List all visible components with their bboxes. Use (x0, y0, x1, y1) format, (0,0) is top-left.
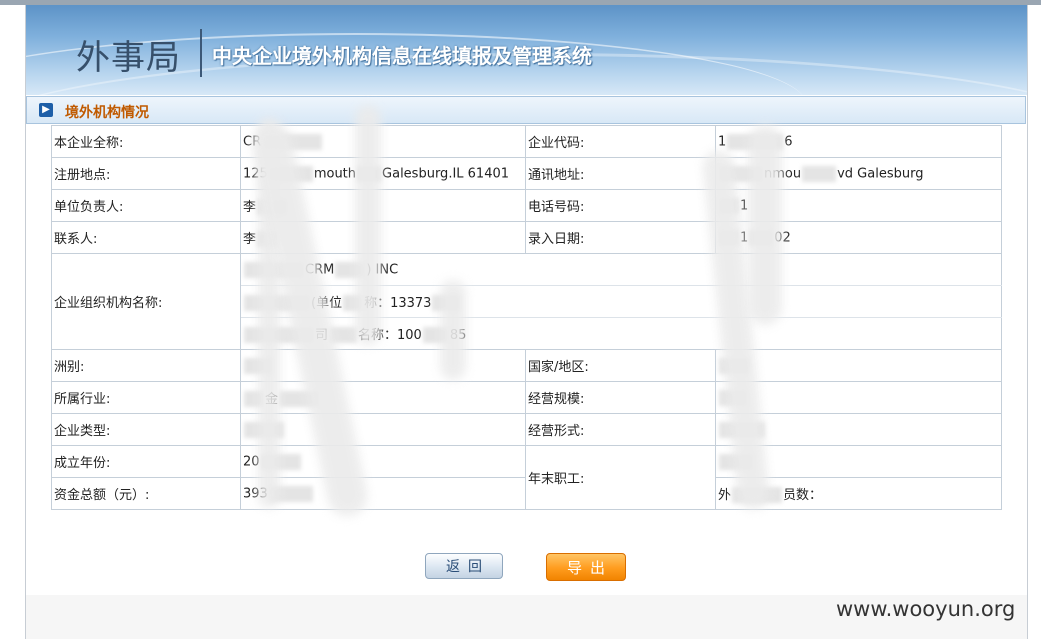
total-capital-label: 资金总额（元）: (51, 477, 241, 510)
redaction-stroke (355, 105, 381, 345)
contact-label: 联系人: (51, 221, 241, 254)
year-end-staff-label: 年末职工: (525, 445, 716, 510)
mail-address-label: 通讯地址: (525, 157, 716, 190)
founded-year-value: 20 (240, 445, 526, 478)
industry-value: 金 (240, 381, 526, 414)
overseas-org-info-table: 本企业全称: CR 企业代码: 16 注册地点: 125mouthGalesbu… (51, 125, 1002, 510)
enterprise-type-value (240, 413, 526, 446)
industry-label: 所属行业: (51, 381, 241, 414)
value-text: 6 (784, 134, 793, 149)
business-form-label: 经营形式: (525, 413, 716, 446)
founded-year-label: 成立年份: (51, 445, 241, 478)
table-row: 企业类型: 经营形式: (51, 413, 1002, 446)
country-value (715, 349, 1002, 382)
table-row: 企业组织机构名称: CRM) INC (51, 253, 1002, 350)
company-full-name-label: 本企业全称: (51, 125, 241, 158)
table-row: 成立年份: 20 年末职工: (51, 445, 1002, 510)
scale-label: 经营规模: (525, 381, 716, 414)
enterprise-type-label: 企业类型: (51, 413, 241, 446)
table-row: 本企业全称: CR 企业代码: 16 (51, 125, 1002, 158)
value-text: 1 (718, 134, 727, 149)
header-banner: 外事局 中央企业境外机构信息在线填报及管理系统 (26, 5, 1027, 95)
unit-head-label: 单位负责人: (51, 189, 241, 222)
table-row: 洲别: 国家/地区: (51, 349, 1002, 382)
value-text: 李 (243, 231, 257, 247)
total-capital-value: 393 (240, 477, 526, 510)
value-text: mouth (313, 166, 357, 181)
reg-address-label: 注册地点: (51, 157, 241, 190)
value-text: 李 (243, 199, 257, 215)
redaction-stroke (440, 280, 466, 380)
table-row: 联系人: 李 录入日期: 1 02 (51, 221, 1002, 254)
foreign-staff-label: 外 (718, 487, 732, 503)
system-title: 中央企业境外机构信息在线填报及管理系统 (212, 44, 592, 68)
continent-label: 洲别: (51, 349, 241, 382)
back-button[interactable]: 返回 (425, 553, 503, 579)
value-text: vd Galesburg (837, 166, 924, 181)
company-code-label: 企业代码: (525, 125, 716, 158)
entry-date-label: 录入日期: (525, 221, 716, 254)
watermark-text: www.wooyun.org (836, 597, 1016, 621)
section-title: 境外机构情况 (65, 105, 149, 121)
org-name-label: 企业组织机构名称: (51, 253, 241, 350)
redaction-mask (802, 165, 837, 182)
table-row: 所属行业: 金 经营规模: (51, 381, 1002, 414)
arrow-right-icon: ▶ (39, 103, 53, 117)
redaction-stroke (748, 125, 782, 325)
frame-right-border (1027, 5, 1028, 639)
continent-value (240, 349, 526, 382)
logo-divider (200, 29, 202, 77)
value-text: Galesburg.IL 61401 (382, 166, 510, 181)
table-row: 注册地点: 125 mouth Galesburg.IL 61401 通讯地址: n… (51, 157, 1002, 190)
foreign-staff-label-b: 员数： (783, 487, 823, 503)
table-row: 单位负责人: 李 电话号码: 1 (51, 189, 1002, 222)
section-header: ▶ 境外机构情况 (26, 96, 1026, 124)
export-button[interactable]: 导出 (546, 553, 626, 581)
logo-text: 外事局 (76, 38, 181, 78)
country-label: 国家/地区: (525, 349, 716, 382)
phone-label: 电话号码: (525, 189, 716, 222)
